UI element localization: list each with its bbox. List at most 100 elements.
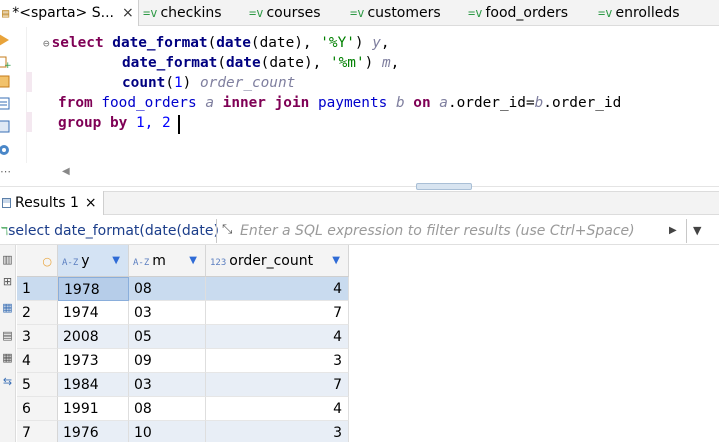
table-icon: =v bbox=[468, 6, 483, 20]
row-number-header[interactable]: ○ bbox=[17, 245, 58, 277]
explain-plan-icon[interactable] bbox=[0, 75, 11, 89]
table-icon: =v bbox=[598, 6, 613, 20]
row-number[interactable]: 5 bbox=[17, 373, 58, 397]
sql-line-5[interactable]: group by 1, 2 bbox=[58, 113, 171, 133]
string-type-icon: A-Z bbox=[62, 258, 79, 268]
editor-side-toolbar: + ⋯ bbox=[0, 27, 12, 187]
load-plan-icon[interactable] bbox=[0, 97, 11, 111]
tab-customers[interactable]: =v customers bbox=[350, 0, 441, 26]
cell-m[interactable]: 09 bbox=[129, 349, 206, 373]
tab-label: courses bbox=[266, 5, 321, 21]
tab-label: Results 1 bbox=[15, 195, 79, 211]
sort-icon[interactable]: ▼ bbox=[189, 245, 197, 277]
column-header-y[interactable]: A-Z y ▼ bbox=[58, 245, 129, 277]
cell-y[interactable]: 1984 bbox=[58, 373, 129, 397]
execute-icon[interactable] bbox=[0, 33, 11, 47]
sql-line-1[interactable]: ⊖ select date_format(date(date), '%Y') y, bbox=[43, 33, 390, 53]
tab-label: checkins bbox=[160, 5, 222, 21]
cell-order-count[interactable]: 3 bbox=[206, 421, 349, 442]
tab-checkins[interactable]: =v checkins bbox=[143, 0, 222, 26]
grid-view-icon[interactable]: ▥ bbox=[1, 253, 14, 266]
cell-m[interactable]: 08 bbox=[129, 277, 206, 301]
row-number[interactable]: 6 bbox=[17, 397, 58, 421]
cell-y[interactable]: 1974 bbox=[58, 301, 129, 325]
tab-results-1[interactable]: Results 1 × bbox=[0, 191, 104, 215]
settings-icon[interactable] bbox=[0, 143, 11, 157]
sql-line-2[interactable]: date_format(date(date), '%m') m, bbox=[122, 53, 399, 73]
scroll-left-icon[interactable]: ◀ bbox=[62, 166, 70, 177]
svg-text:+: + bbox=[4, 61, 11, 69]
text-caret bbox=[178, 115, 180, 134]
row-number[interactable]: 1 bbox=[17, 277, 58, 301]
query-label[interactable]: ℸselect date_format(date(date) bbox=[1, 221, 219, 241]
row-number[interactable]: 7 bbox=[17, 421, 58, 442]
columns-icon[interactable]: ▦ bbox=[1, 351, 14, 364]
string-type-icon: A-Z bbox=[133, 258, 150, 268]
sql-editor-icon: ▤ bbox=[2, 6, 10, 20]
tab-sql-editor[interactable]: ▤ *<sparta> S... × bbox=[0, 0, 139, 26]
add-script-icon[interactable]: + bbox=[0, 55, 12, 71]
cell-order-count[interactable]: 7 bbox=[206, 373, 349, 397]
row-number[interactable]: 4 bbox=[17, 349, 58, 373]
tab-label: enrolleds bbox=[615, 5, 680, 21]
change-marker bbox=[26, 72, 32, 92]
column-name: y bbox=[81, 253, 90, 269]
cell-y[interactable]: 1973 bbox=[58, 349, 129, 373]
chevron-down-icon: ▼ bbox=[693, 224, 702, 237]
close-icon[interactable]: × bbox=[85, 195, 97, 211]
tab-label: customers bbox=[367, 5, 441, 21]
filter-history-dropdown[interactable]: ▼ bbox=[686, 219, 719, 243]
cell-order-count[interactable]: 4 bbox=[206, 397, 349, 421]
cell-order-count[interactable]: 3 bbox=[206, 349, 349, 373]
cell-y[interactable]: 2008 bbox=[58, 325, 129, 349]
cell-y[interactable]: 1978 bbox=[58, 277, 129, 301]
filter-separator bbox=[216, 219, 217, 243]
output-panel-icon[interactable] bbox=[0, 120, 11, 134]
cell-y[interactable]: 1976 bbox=[58, 421, 129, 442]
tab-label: food_orders bbox=[485, 5, 569, 21]
circle-icon: ○ bbox=[42, 255, 52, 268]
row-number[interactable]: 3 bbox=[17, 325, 58, 349]
tab-courses[interactable]: =v courses bbox=[249, 0, 321, 26]
results-grid-icon bbox=[2, 198, 11, 208]
sort-icon[interactable]: ▼ bbox=[112, 245, 120, 277]
record-view-icon[interactable]: ▦ bbox=[1, 301, 14, 314]
filter-expand-icon[interactable]: ⤡ bbox=[222, 222, 232, 237]
cell-m[interactable]: 08 bbox=[129, 397, 206, 421]
tab-label: *<sparta> S... bbox=[12, 5, 114, 21]
cell-m[interactable]: 10 bbox=[129, 421, 206, 442]
refresh-icon[interactable]: ⇆ bbox=[1, 375, 14, 388]
cell-order-count[interactable]: 7 bbox=[206, 301, 349, 325]
editor-horizontal-scrollbar[interactable] bbox=[26, 163, 719, 179]
panels-icon[interactable]: ▤ bbox=[1, 329, 14, 342]
row-number[interactable]: 2 bbox=[17, 301, 58, 325]
cell-m[interactable]: 05 bbox=[129, 325, 206, 349]
cell-order-count[interactable]: 4 bbox=[206, 325, 349, 349]
text-view-icon[interactable]: ⊞ bbox=[1, 275, 14, 288]
filter-apply-icon[interactable]: ▶ bbox=[669, 225, 677, 236]
editor-tab-bar: ▤ *<sparta> S... × =v checkins =v courses =v… bbox=[0, 0, 719, 26]
cell-m[interactable]: 03 bbox=[129, 301, 206, 325]
close-icon[interactable]: × bbox=[122, 5, 134, 21]
results-tab-bar bbox=[0, 191, 719, 215]
sort-icon[interactable]: ▼ bbox=[332, 245, 340, 277]
tab-food-orders[interactable]: =v food_orders bbox=[468, 0, 568, 26]
more-icon[interactable]: ⋯ bbox=[0, 165, 14, 179]
column-header-order-count[interactable]: 123 order_count ▼ bbox=[206, 245, 349, 277]
filter-input[interactable] bbox=[240, 219, 668, 243]
column-header-m[interactable]: A-Z m ▼ bbox=[129, 245, 206, 277]
table-icon: =v bbox=[143, 6, 158, 20]
sql-line-3[interactable]: count(1) order_count bbox=[122, 73, 295, 93]
number-type-icon: 123 bbox=[210, 258, 227, 268]
cell-y[interactable]: 1991 bbox=[58, 397, 129, 421]
table-icon: =v bbox=[350, 6, 365, 20]
editor-gutter bbox=[26, 27, 27, 163]
splitter-handle[interactable] bbox=[416, 183, 472, 190]
sql-line-4[interactable]: from food_orders a inner join payments b… bbox=[58, 93, 621, 113]
cell-order-count[interactable]: 4 bbox=[206, 277, 349, 301]
fold-icon[interactable]: ⊖ bbox=[43, 37, 50, 50]
column-name: order_count bbox=[229, 253, 314, 269]
grid-side-toolbar: ▥ ⊞ ▦ ▤ ▦ ⇆ bbox=[0, 245, 16, 442]
tab-enrolleds[interactable]: =v enrolleds bbox=[598, 0, 680, 26]
cell-m[interactable]: 03 bbox=[129, 373, 206, 397]
